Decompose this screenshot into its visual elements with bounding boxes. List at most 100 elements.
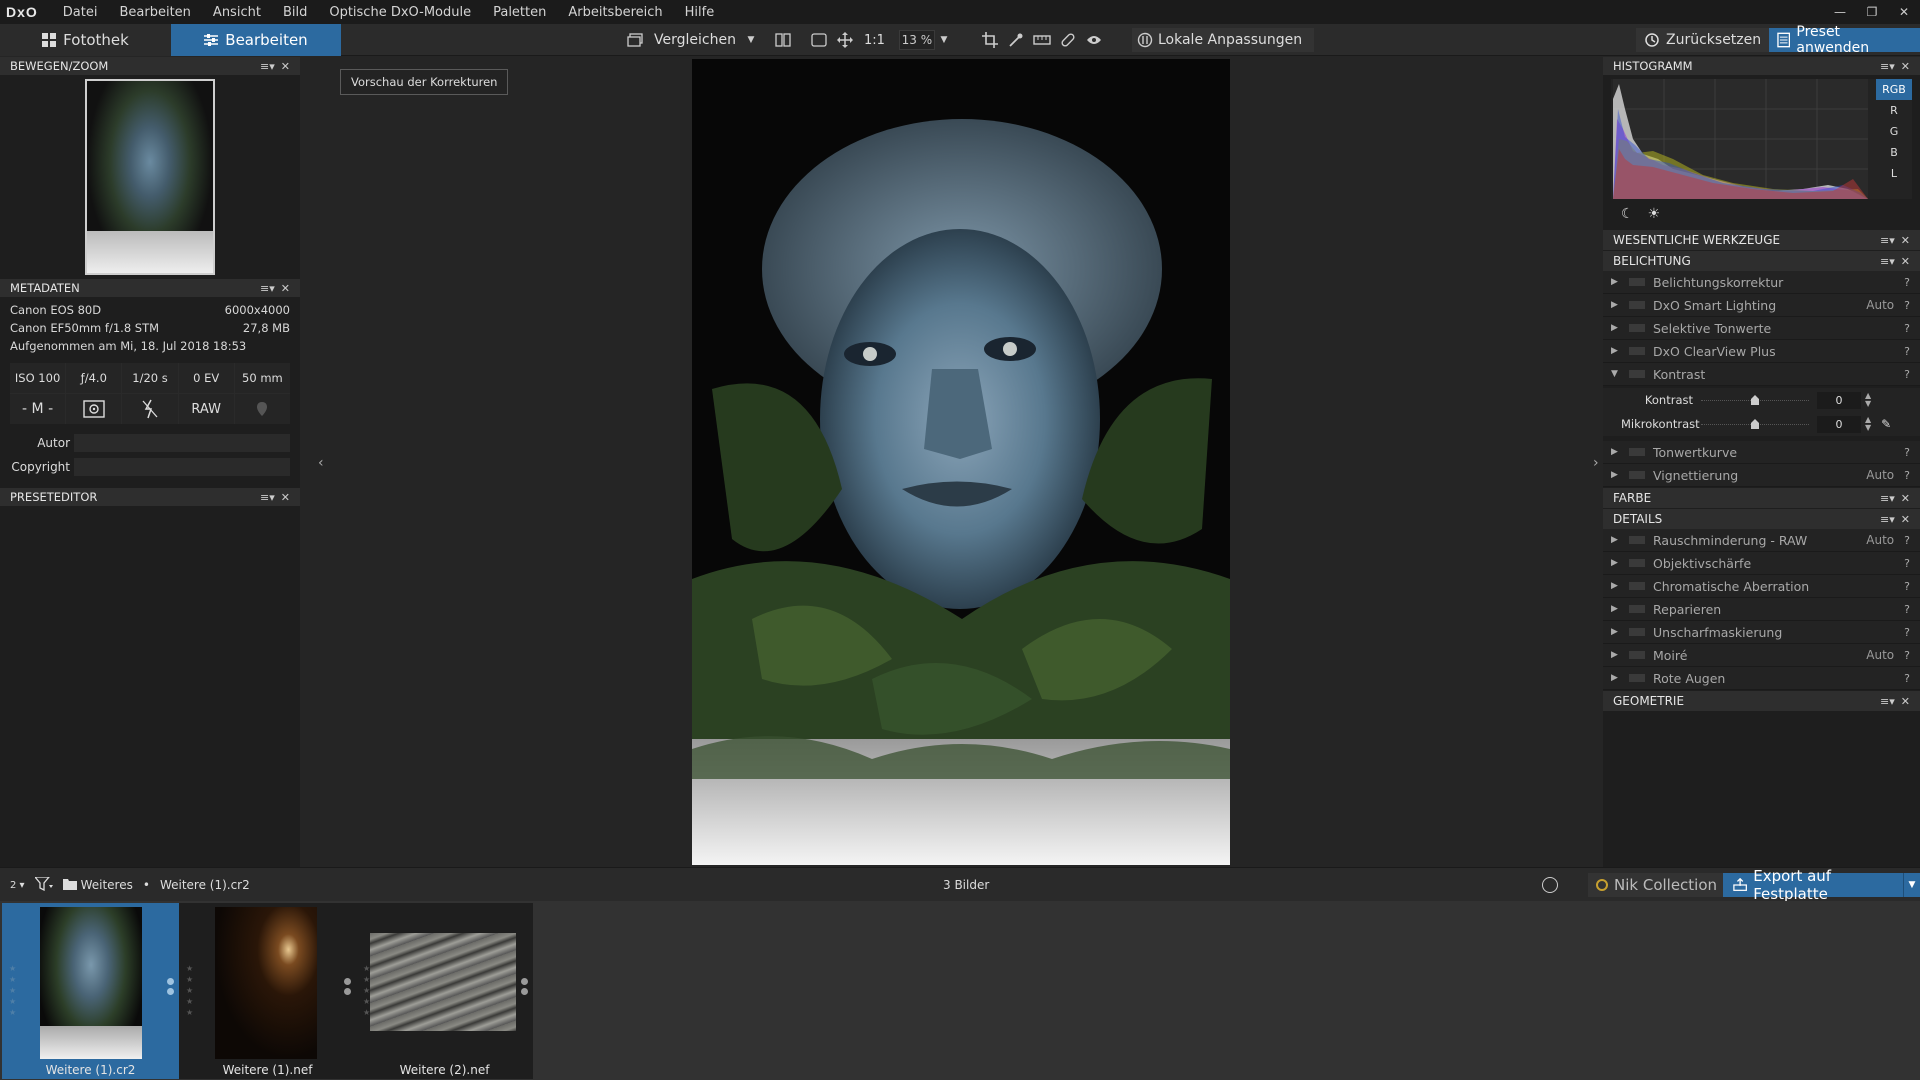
panel-menu-icon[interactable]: ≡▾ (1880, 234, 1895, 247)
help-icon[interactable]: ? (1904, 626, 1910, 639)
tool-toggle[interactable] (1629, 628, 1645, 636)
author-input[interactable] (74, 434, 290, 452)
folder-name[interactable]: Weiteres (81, 878, 133, 892)
apply-preset-button[interactable]: Preset anwenden (1769, 24, 1920, 56)
horizon-icon[interactable] (1029, 28, 1055, 52)
tool-clearview-plus[interactable]: ▶ DxO ClearView Plus ? (1603, 340, 1920, 363)
help-icon[interactable]: ? (1904, 345, 1910, 358)
preview-corrections-button[interactable]: Vorschau der Korrekturen (340, 69, 509, 95)
panel-menu-icon[interactable]: ≡▾ (260, 491, 275, 504)
expand-arrow-icon[interactable]: ▶ (1611, 447, 1625, 457)
navigate-icon[interactable] (1542, 877, 1558, 893)
split-view-icon[interactable] (770, 28, 796, 52)
slider-value[interactable]: 0 (1817, 391, 1861, 409)
export-button[interactable]: Export auf Festplatte (1723, 867, 1903, 903)
help-icon[interactable]: ? (1904, 557, 1910, 570)
tool-tonwertkurve[interactable]: ▶ Tonwertkurve ? (1603, 441, 1920, 464)
compare-button[interactable]: Vergleichen (648, 32, 742, 48)
tool-rote-augen[interactable]: ▶ Rote Augen ? (1603, 667, 1920, 690)
minimize-icon[interactable]: — (1824, 0, 1856, 24)
filter-icon[interactable] (33, 875, 53, 894)
essential-tools-header[interactable]: WESENTLICHE WERKZEUGE ≡▾ ✕ (1603, 230, 1920, 250)
export-dropdown-icon[interactable]: ▼ (1903, 873, 1920, 897)
film-item[interactable]: ★ ★ ★ ★ ★ Weitere (2).nef (356, 903, 533, 1079)
tool-belichtungskorrektur[interactable]: ▶ Belichtungskorrektur ? (1603, 271, 1920, 294)
flag-dots-icon[interactable] (521, 978, 528, 998)
main-photo[interactable] (692, 59, 1230, 865)
expand-arrow-icon[interactable]: ▶ (1611, 346, 1625, 356)
channel-b[interactable]: B (1876, 142, 1912, 163)
sort-button[interactable]: 2 ▾ (10, 880, 25, 891)
panel-menu-icon[interactable]: ≡▾ (260, 282, 275, 295)
channel-rgb[interactable]: RGB (1876, 79, 1912, 100)
channel-r[interactable]: R (1876, 100, 1912, 121)
tool-toggle[interactable] (1629, 448, 1645, 456)
zoom-level[interactable]: 13 % (898, 30, 935, 50)
tool-toggle[interactable] (1629, 582, 1645, 590)
slider-track[interactable] (1701, 419, 1809, 429)
tool-unscharfmaskierung[interactable]: ▶ Unscharfmaskierung ? (1603, 621, 1920, 644)
help-icon[interactable]: ? (1904, 368, 1910, 381)
expand-arrow-icon[interactable]: ▶ (1611, 300, 1625, 310)
expand-arrow-icon[interactable]: ▶ (1611, 673, 1625, 683)
bandage-icon[interactable] (1055, 28, 1081, 52)
tool-rauschminderung[interactable]: ▶ Rauschminderung - RAW Auto ? (1603, 529, 1920, 552)
menu-arbeitsbereich[interactable]: Arbeitsbereich (557, 5, 673, 20)
tool-toggle[interactable] (1629, 347, 1645, 355)
tab-bearbeiten[interactable]: Bearbeiten (171, 24, 341, 56)
tool-toggle[interactable] (1629, 301, 1645, 309)
expand-arrow-icon[interactable]: ▶ (1611, 650, 1625, 660)
exposure-header[interactable]: BELICHTUNG ≡▾ ✕ (1603, 251, 1920, 271)
panel-close-icon[interactable]: ✕ (1901, 492, 1910, 505)
zoom-dropdown-icon[interactable]: ▼ (935, 28, 953, 52)
tool-toggle[interactable] (1629, 324, 1645, 332)
tool-objektivschaerfe[interactable]: ▶ Objektivschärfe ? (1603, 552, 1920, 575)
nik-collection-button[interactable]: Nik Collection (1588, 873, 1726, 897)
chevron-down-icon[interactable]: ▼ (742, 28, 760, 52)
collapse-left-panel-icon[interactable]: ‹ (318, 455, 324, 471)
stepper-icon[interactable]: ▲ ▼ (1865, 392, 1871, 408)
geometry-header[interactable]: GEOMETRIE ≡▾ ✕ (1603, 691, 1920, 711)
menu-bild[interactable]: Bild (272, 5, 318, 20)
tool-moire[interactable]: ▶ Moiré Auto ? (1603, 644, 1920, 667)
panel-menu-icon[interactable]: ≡▾ (260, 60, 275, 73)
tool-vignettierung[interactable]: ▶ Vignettierung Auto ? (1603, 464, 1920, 487)
eye-icon[interactable] (1081, 28, 1107, 52)
panel-close-icon[interactable]: ✕ (281, 491, 290, 504)
film-item[interactable]: ★ ★ ★ ★ ★ Weitere (1).nef (179, 903, 356, 1079)
channel-g[interactable]: G (1876, 121, 1912, 142)
panel-menu-icon[interactable]: ≡▾ (1880, 255, 1895, 268)
panel-menu-icon[interactable]: ≡▾ (1880, 695, 1895, 708)
flag-dots-icon[interactable] (344, 978, 351, 998)
panel-menu-icon[interactable]: ≡▾ (1880, 492, 1895, 505)
slider-thumb[interactable] (1751, 419, 1759, 429)
tool-toggle[interactable] (1629, 605, 1645, 613)
rating-stars-icon[interactable]: ★ ★ ★ ★ ★ (186, 963, 193, 1018)
move-icon[interactable] (832, 28, 858, 52)
help-icon[interactable]: ? (1904, 299, 1910, 312)
compare-icon[interactable] (622, 28, 648, 52)
stepper-icon[interactable]: ▲ ▼ (1865, 416, 1871, 432)
expand-arrow-icon[interactable]: ▶ (1611, 470, 1625, 480)
menu-bearbeiten[interactable]: Bearbeiten (108, 5, 201, 20)
menu-ansicht[interactable]: Ansicht (202, 5, 272, 20)
help-icon[interactable]: ? (1904, 603, 1910, 616)
collapse-arrow-icon[interactable]: ▼ (1611, 369, 1625, 379)
reset-button[interactable]: Zurücksetzen (1636, 28, 1770, 52)
slider-value[interactable]: 0 (1817, 415, 1861, 433)
magic-wand-icon[interactable]: ✎ (1881, 417, 1891, 431)
details-header[interactable]: DETAILS ≡▾ ✕ (1603, 509, 1920, 529)
tool-toggle[interactable] (1629, 536, 1645, 544)
panel-close-icon[interactable]: ✕ (281, 60, 290, 73)
help-icon[interactable]: ? (1904, 322, 1910, 335)
panel-close-icon[interactable]: ✕ (1901, 695, 1910, 708)
slider-thumb[interactable] (1751, 395, 1759, 405)
expand-arrow-icon[interactable]: ▶ (1611, 604, 1625, 614)
expand-arrow-icon[interactable]: ▶ (1611, 581, 1625, 591)
help-icon[interactable]: ? (1904, 672, 1910, 685)
tool-selektive-tonwerte[interactable]: ▶ Selektive Tonwerte ? (1603, 317, 1920, 340)
tool-toggle[interactable] (1629, 370, 1645, 378)
navigator-thumbnail[interactable] (85, 79, 215, 275)
rating-stars-icon[interactable]: ★ ★ ★ ★ ★ (9, 963, 16, 1018)
flag-dots-icon[interactable] (167, 978, 174, 998)
